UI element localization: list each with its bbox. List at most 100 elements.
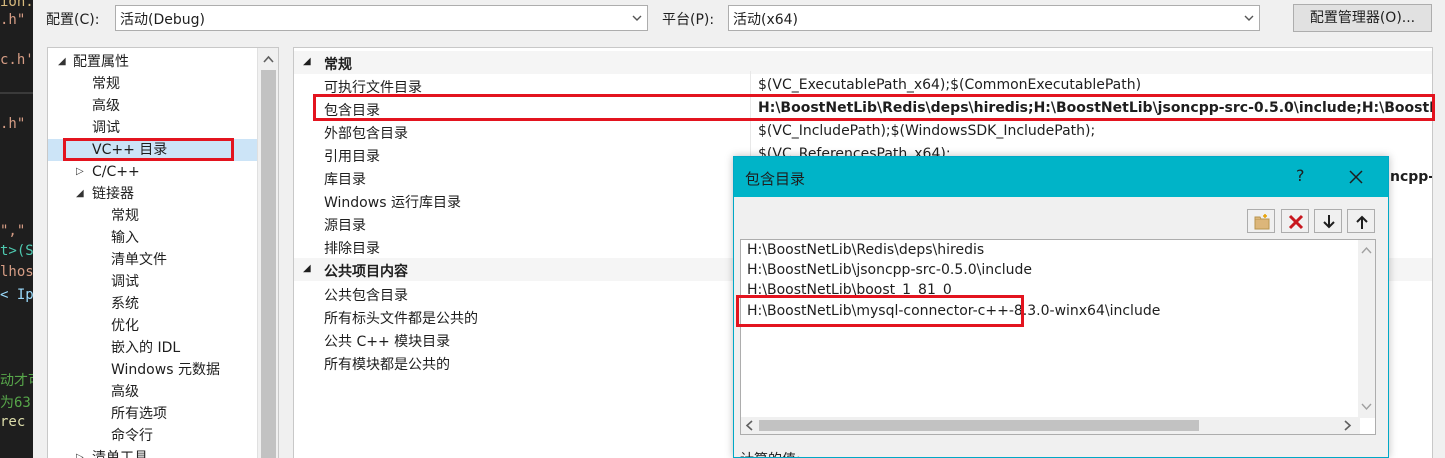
- chevron-down-icon: [632, 15, 642, 21]
- arrow-down-icon: [1323, 215, 1335, 229]
- tree-item-c-cpp[interactable]: ▷ C/C++: [48, 161, 258, 183]
- chevron-down-icon: [1244, 15, 1254, 21]
- category-general[interactable]: ◢ 常规: [294, 51, 1432, 74]
- tree-item-label: C/C++: [92, 164, 140, 180]
- list-item[interactable]: H:\BoostNetLib\Redis\deps\hiredis: [747, 242, 984, 262]
- list-horizontal-scrollbar[interactable]: [741, 417, 1360, 434]
- tree-item-debugging[interactable]: 调试: [92, 117, 120, 139]
- tree-item-label: 配置属性: [73, 54, 129, 70]
- collapse-toggle-icon[interactable]: ◢: [303, 56, 311, 67]
- expand-toggle-icon[interactable]: ▷: [76, 161, 84, 183]
- code-line: rec: [0, 414, 26, 430]
- code-line: ion.: [0, 0, 33, 10]
- property-name: 引用目录: [324, 149, 380, 165]
- code-editor-strip: ion. .h" c.h' .h" "," t>(S lhos < Ip 动才可…: [0, 0, 33, 458]
- code-line: ",": [0, 223, 26, 239]
- config-select[interactable]: 活动(Debug): [115, 5, 648, 31]
- scroll-right-icon[interactable]: [1341, 419, 1354, 432]
- editor-divider: [0, 92, 33, 94]
- property-row-include-dirs[interactable]: 包含目录 H:\BoostNetLib\Redis\deps\hiredis;H…: [294, 97, 1433, 120]
- config-label: 配置(C):: [46, 12, 100, 28]
- tree-scrollbar[interactable]: [257, 48, 278, 458]
- config-value: 活动(Debug): [120, 12, 205, 28]
- dialog-title: 包含目录: [745, 170, 806, 188]
- tree-item-linker-optimization[interactable]: 优化: [111, 315, 139, 337]
- include-dirs-dialog: 包含目录 ? H:\BoostNetLib\Redis\deps\hiredis…: [733, 156, 1389, 458]
- property-value: $(VC_IncludePath);$(WindowsSDK_IncludePa…: [758, 123, 1096, 139]
- property-name: 库目录: [324, 172, 366, 188]
- tree-item-linker-system[interactable]: 系统: [111, 293, 139, 315]
- scroll-down-icon[interactable]: [1360, 400, 1373, 413]
- tree-item-linker-all-options[interactable]: 所有选项: [111, 403, 167, 425]
- include-dirs-list[interactable]: H:\BoostNetLib\Redis\deps\hiredis H:\Boo…: [740, 239, 1376, 435]
- tree-scrollbar-thumb[interactable]: [261, 70, 276, 458]
- list-item[interactable]: H:\BoostNetLib\boost_1_81_0: [747, 282, 952, 302]
- property-row-executable-dirs[interactable]: 可执行文件目录 $(VC_ExecutablePath_x64);$(Commo…: [294, 74, 1432, 97]
- scroll-left-icon[interactable]: [743, 419, 756, 432]
- delete-icon: [1288, 214, 1304, 230]
- tree-item-linker-input[interactable]: 输入: [111, 227, 139, 249]
- list-horizontal-scrollbar-thumb[interactable]: [759, 420, 1199, 431]
- code-line: t>(S: [0, 243, 33, 259]
- tree-item-linker[interactable]: ◢ 链接器: [48, 183, 258, 205]
- code-line: .h": [0, 116, 26, 132]
- platform-select[interactable]: 活动(x64): [728, 5, 1260, 31]
- scroll-up-icon[interactable]: [262, 53, 275, 66]
- tree-item-vc-directories[interactable]: VC++ 目录: [48, 139, 258, 161]
- collapse-toggle-icon[interactable]: ◢: [303, 263, 311, 274]
- property-name: 可执行文件目录: [324, 80, 422, 96]
- code-line: lhos: [0, 264, 33, 280]
- close-icon[interactable]: [1346, 167, 1366, 187]
- property-value: ncpp-s: [1390, 169, 1432, 185]
- list-item[interactable]: H:\BoostNetLib\jsoncpp-src-0.5.0\include: [747, 262, 1032, 282]
- property-row-external-include-dirs[interactable]: 外部包含目录 $(VC_IncludePath);$(WindowsSDK_In…: [294, 120, 1432, 143]
- arrow-up-icon: [1356, 215, 1368, 229]
- new-folder-icon: [1254, 214, 1270, 230]
- property-name: 公共 C++ 模块目录: [324, 334, 451, 350]
- tree-item-linker-advanced[interactable]: 高级: [111, 381, 139, 403]
- tree-item-linker-manifest[interactable]: 清单文件: [111, 249, 167, 271]
- expand-toggle-icon[interactable]: ◢: [76, 183, 84, 205]
- property-name: 外部包含目录: [324, 126, 408, 142]
- property-name: 公共包含目录: [324, 288, 408, 304]
- property-name: 所有标头文件都是公共的: [324, 311, 478, 327]
- delete-line-button[interactable]: [1281, 209, 1309, 233]
- tree-item-label: 链接器: [92, 186, 134, 202]
- expand-toggle-icon[interactable]: ▷: [76, 447, 84, 458]
- property-name: 排除目录: [324, 241, 380, 257]
- category-label: 常规: [324, 57, 352, 73]
- property-value: $(VC_ExecutablePath_x64);$(CommonExecuta…: [758, 77, 1142, 93]
- tree-item-general[interactable]: 常规: [92, 73, 120, 95]
- property-name: 源目录: [324, 218, 366, 234]
- code-line: < Ip: [0, 287, 33, 303]
- tree-item-linker-embedded-idl[interactable]: 嵌入的 IDL: [111, 337, 180, 359]
- move-down-button[interactable]: [1314, 209, 1342, 233]
- tree-item-linker-general[interactable]: 常规: [111, 205, 139, 227]
- code-line: 动才可: [0, 373, 33, 389]
- property-name: Windows 运行库目录: [324, 195, 461, 211]
- property-value: H:\BoostNetLib\Redis\deps\hiredis;H:\Boo…: [758, 100, 1433, 116]
- list-item[interactable]: H:\BoostNetLib\mysql-connector-c++-8.3.0…: [747, 303, 1160, 323]
- property-tree: ◢ 配置属性 常规 高级 调试 VC++ 目录 ▷ C/C++ ◢ 链接器 常规…: [47, 47, 279, 458]
- tree-item-linker-command-line[interactable]: 命令行: [111, 425, 153, 447]
- config-manager-button[interactable]: 配置管理器(O)...: [1293, 4, 1432, 32]
- tree-item-manifest-tool[interactable]: ▷ 清单工具: [48, 447, 258, 458]
- platform-label: 平台(P):: [662, 12, 715, 28]
- tree-item-config-properties[interactable]: ◢ 配置属性: [48, 51, 258, 73]
- scroll-up-icon[interactable]: [1360, 244, 1373, 257]
- help-button[interactable]: ?: [1296, 166, 1305, 185]
- dialog-titlebar[interactable]: 包含目录 ?: [734, 157, 1388, 197]
- tree-item-label: 清单工具: [92, 450, 148, 458]
- list-vertical-scrollbar[interactable]: [1358, 240, 1375, 418]
- code-line: c.h': [0, 52, 33, 68]
- move-up-button[interactable]: [1347, 209, 1375, 233]
- tree-item-advanced[interactable]: 高级: [92, 95, 120, 117]
- code-line: 为63: [0, 395, 31, 411]
- tree-item-linker-debugging[interactable]: 调试: [111, 271, 139, 293]
- category-label: 公共项目内容: [324, 264, 408, 280]
- expand-toggle-icon[interactable]: ◢: [58, 51, 66, 73]
- computed-value-label: 计算的值:: [740, 449, 801, 457]
- tree-item-label: VC++ 目录: [92, 142, 168, 158]
- new-line-button[interactable]: [1247, 209, 1275, 233]
- tree-item-linker-windows-metadata[interactable]: Windows 元数据: [111, 359, 220, 381]
